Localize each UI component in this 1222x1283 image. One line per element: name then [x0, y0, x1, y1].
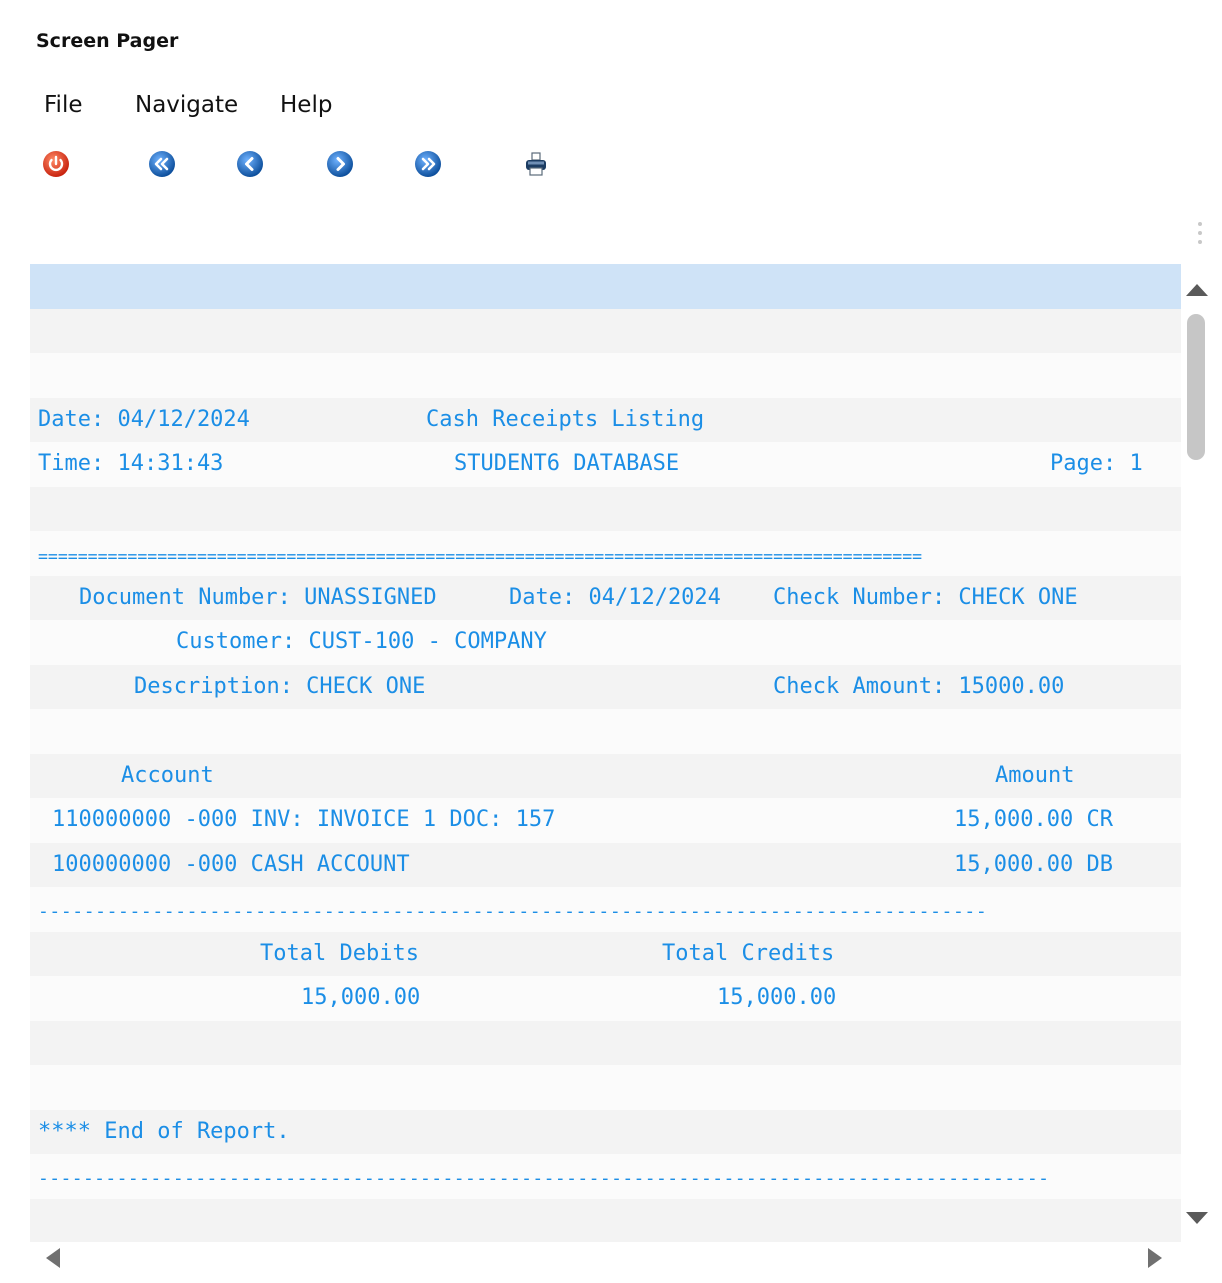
splitter-handle[interactable]: [1196, 222, 1204, 248]
print-button[interactable]: [516, 144, 556, 184]
print-icon: [526, 152, 546, 176]
scroll-down-arrow-icon[interactable]: [1186, 1212, 1208, 1224]
document-date: Date: 04/12/2024: [509, 584, 721, 610]
report-line: [30, 1198, 1181, 1242]
end-of-report: **** End of Report.: [38, 1118, 290, 1144]
power-icon: [43, 151, 69, 177]
report-line: ----------------------------------------…: [30, 887, 1181, 932]
report-viewer: Date: 04/12/2024 Cash Receipts Listing T…: [30, 264, 1181, 1242]
report-date: Date: 04/12/2024: [38, 406, 250, 432]
report-database: STUDENT6 DATABASE: [454, 451, 680, 476]
check-number: Check Number: CHECK ONE: [773, 584, 1078, 610]
separator-line: ----------------------------------------…: [38, 901, 988, 922]
total-credits-label: Total Credits: [662, 940, 835, 966]
check-amount: Check Amount: 15000.00: [773, 673, 1065, 699]
vertical-scrollbar[interactable]: [1181, 264, 1222, 1242]
report-line: [30, 486, 1181, 531]
separator-line: ========================================…: [38, 547, 923, 566]
previous-page-icon: [237, 151, 263, 177]
line-amount: 15,000.00 DB: [954, 851, 1113, 877]
report-line: **** End of Report.: [30, 1109, 1181, 1154]
customer: Customer: CUST-100 - COMPANY: [176, 629, 547, 654]
report-title: Cash Receipts Listing: [426, 406, 705, 432]
report-line: [30, 308, 1181, 353]
line-amount: 15,000.00 CR: [954, 807, 1113, 832]
app-title: Screen Pager: [36, 30, 179, 52]
last-page-button[interactable]: [408, 144, 448, 184]
total-debits-value: 15,000.00: [301, 985, 421, 1010]
report-time: Time: 14:31:43: [38, 451, 224, 476]
report-line: Description: CHECK ONE Check Amount: 150…: [30, 664, 1181, 709]
scroll-up-arrow-icon[interactable]: [1186, 284, 1208, 296]
exit-button[interactable]: [36, 144, 76, 184]
report-line: Time: 14:31:43 STUDENT6 DATABASE Page: 1: [30, 442, 1181, 487]
report-line: 15,000.00 15,000.00: [30, 976, 1181, 1021]
column-header-amount: Amount: [995, 762, 1075, 788]
menu-help[interactable]: Help: [280, 92, 332, 118]
next-page-button[interactable]: [320, 144, 360, 184]
first-page-icon: [149, 151, 175, 177]
table-row: 100000000 -000 CASH ACCOUNT 15,000.00 DB: [30, 842, 1181, 887]
scroll-left-arrow-icon[interactable]: [46, 1248, 60, 1268]
menu-navigate[interactable]: Navigate: [135, 92, 238, 118]
report-line: [30, 1065, 1181, 1110]
line-account: 100000000 -000 CASH ACCOUNT: [52, 851, 410, 877]
scroll-thumb[interactable]: [1187, 314, 1205, 460]
report-page-number: Page: 1: [1050, 451, 1143, 476]
report-line: Total Debits Total Credits: [30, 931, 1181, 976]
table-row: 110000000 -000 INV: INVOICE 1 DOC: 157 1…: [30, 798, 1181, 843]
previous-page-button[interactable]: [230, 144, 270, 184]
report-line: ----------------------------------------…: [30, 1154, 1181, 1199]
report-line: Date: 04/12/2024 Cash Receipts Listing: [30, 397, 1181, 442]
report-line: Account Amount: [30, 753, 1181, 798]
description: Description: CHECK ONE: [134, 673, 426, 699]
next-page-icon: [327, 151, 353, 177]
menu-file[interactable]: File: [44, 92, 83, 118]
report-line: Customer: CUST-100 - COMPANY: [30, 620, 1181, 665]
horizontal-scrollbar[interactable]: [30, 1242, 1181, 1283]
column-header-account: Account: [121, 762, 214, 788]
report-line: ========================================…: [30, 531, 1181, 576]
scroll-right-arrow-icon[interactable]: [1148, 1248, 1162, 1268]
report-line: Document Number: UNASSIGNED Date: 04/12/…: [30, 575, 1181, 620]
last-page-icon: [415, 151, 441, 177]
toolbar: [0, 144, 600, 184]
total-debits-label: Total Debits: [260, 940, 419, 966]
document-number: Document Number: UNASSIGNED: [79, 584, 437, 610]
first-page-button[interactable]: [142, 144, 182, 184]
report-line: [30, 353, 1181, 398]
line-account: 110000000 -000 INV: INVOICE 1 DOC: 157: [52, 807, 556, 832]
report-line-selected[interactable]: [30, 264, 1181, 309]
total-credits-value: 15,000.00: [717, 985, 837, 1010]
separator-line: ----------------------------------------…: [38, 1168, 1050, 1189]
report-line: [30, 709, 1181, 754]
report-line: [30, 1020, 1181, 1065]
